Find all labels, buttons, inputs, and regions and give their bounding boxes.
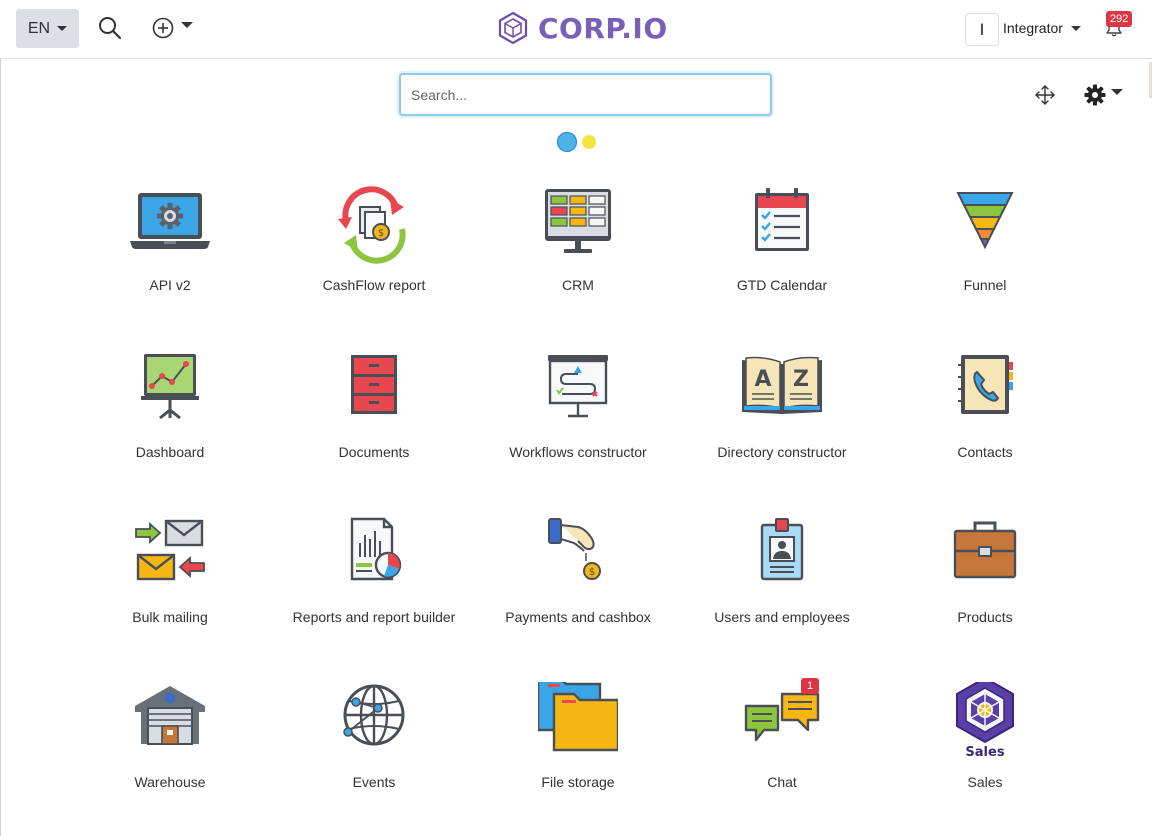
workflow-board-icon [548, 355, 608, 418]
globe-network-icon [343, 684, 405, 746]
app-label: CashFlow report [322, 277, 426, 293]
app-label: Contacts [957, 444, 1013, 460]
hexagon-cube-logo-icon [498, 12, 528, 44]
app-label: File storage [541, 774, 615, 790]
envelopes-icon [135, 519, 205, 581]
plus-circle-icon [152, 17, 174, 39]
app-tile-documents[interactable]: Documents [274, 352, 474, 492]
chevron-down-icon [1070, 25, 1081, 31]
gear-icon [1084, 84, 1106, 106]
chat-unread-badge: 1 [801, 678, 819, 694]
app-tile-file-storage[interactable]: File storage [478, 682, 678, 822]
hand-coin-icon: $ [548, 518, 601, 580]
svg-text:Z: Z [793, 367, 809, 392]
app-label: Dashboard [135, 444, 205, 460]
search-box [399, 73, 772, 116]
app-tile-reports[interactable]: Reports and report builder [274, 517, 474, 657]
chevron-down-icon [181, 22, 193, 28]
loading-dots-icon [556, 132, 596, 152]
settings-dropdown[interactable] [1084, 84, 1128, 106]
app-label: Users and employees [714, 609, 850, 625]
user-name: Integrator [1003, 20, 1063, 36]
app-tile-api-v2[interactable]: API v2 [70, 185, 270, 325]
sales-logo-icon: Sales [956, 682, 1014, 760]
filing-cabinet-icon [351, 355, 397, 414]
chevron-down-icon [57, 26, 68, 31]
app-label: CRM [562, 277, 594, 293]
language-label: EN [27, 19, 51, 37]
cashflow-cycle-icon: $ [338, 186, 406, 264]
app-tile-products[interactable]: Products [885, 517, 1085, 657]
calendar-checklist-icon [755, 188, 809, 251]
app-label: API v2 [149, 277, 191, 293]
funnel-icon [956, 192, 1014, 250]
app-tile-warehouse[interactable]: Warehouse [70, 682, 270, 822]
app-tile-events[interactable]: Events [274, 682, 474, 822]
app-tile-cashflow-report[interactable]: $ CashFlow report [274, 185, 474, 325]
notification-badge: 292 [1106, 11, 1133, 27]
brand-logo[interactable]: CORP.IO [498, 11, 668, 45]
sales-logo-text: Sales [965, 745, 1004, 760]
app-tile-gtd-calendar[interactable]: GTD Calendar [682, 185, 882, 325]
app-label: Chat [767, 774, 797, 790]
briefcase-icon [953, 521, 1017, 579]
search-input[interactable] [401, 75, 770, 114]
svg-text:A: A [754, 367, 771, 392]
crm-monitor-icon [545, 189, 611, 253]
app-label: Bulk mailing [132, 609, 208, 625]
app-tile-payments-cashbox[interactable]: $ Payments and cashbox [478, 517, 678, 657]
dashboard-chart-icon [141, 354, 199, 420]
report-chart-icon [350, 517, 402, 581]
app-label: Products [957, 609, 1013, 625]
top-bar: EN CORP.IO I Integrator 292 [0, 0, 1152, 59]
phone-book-icon [958, 355, 1013, 414]
folders-icon [538, 682, 618, 752]
app-label: GTD Calendar [736, 277, 828, 293]
az-book-icon: A Z [742, 356, 822, 414]
id-badge-icon [760, 518, 804, 581]
app-label: Directory constructor [717, 444, 847, 460]
app-tile-dashboard[interactable]: Dashboard [70, 352, 270, 492]
app-label: Payments and cashbox [505, 609, 651, 625]
app-label: Reports and report builder [292, 609, 456, 625]
search-icon[interactable] [97, 15, 123, 41]
app-tile-contacts[interactable]: Contacts [885, 352, 1085, 492]
logo-text: CORP.IO [538, 11, 668, 45]
app-label: Events [352, 774, 396, 790]
app-label: Documents [338, 444, 410, 460]
user-menu-dropdown[interactable]: Integrator [1003, 18, 1081, 38]
app-label: Funnel [963, 277, 1007, 293]
move-arrows-icon[interactable] [1034, 84, 1056, 106]
app-tile-workflows-constructor[interactable]: Workflows constructor [478, 352, 678, 492]
app-tile-bulk-mailing[interactable]: Bulk mailing [70, 517, 270, 657]
app-tile-funnel[interactable]: Funnel [885, 185, 1085, 325]
svg-text:$: $ [378, 228, 384, 239]
app-label: Workflows constructor [509, 444, 647, 460]
app-tile-directory-constructor[interactable]: A Z Directory constructor [682, 352, 882, 492]
app-tile-users-employees[interactable]: Users and employees [682, 517, 882, 657]
chevron-down-icon [1111, 89, 1123, 95]
app-tile-crm[interactable]: CRM [478, 185, 678, 325]
app-label: Warehouse [134, 774, 206, 790]
language-dropdown[interactable]: EN [16, 9, 79, 48]
svg-text:$: $ [589, 567, 595, 578]
avatar[interactable]: I [965, 13, 999, 46]
chat-bubbles-icon [744, 692, 820, 742]
add-new-dropdown[interactable] [151, 15, 197, 41]
app-tile-chat[interactable]: 1 Chat [682, 678, 882, 822]
app-tile-sales[interactable]: Sales Sales [885, 682, 1085, 822]
laptop-gear-icon [130, 193, 210, 249]
app-label: Sales [967, 774, 1003, 790]
warehouse-icon [135, 686, 205, 745]
